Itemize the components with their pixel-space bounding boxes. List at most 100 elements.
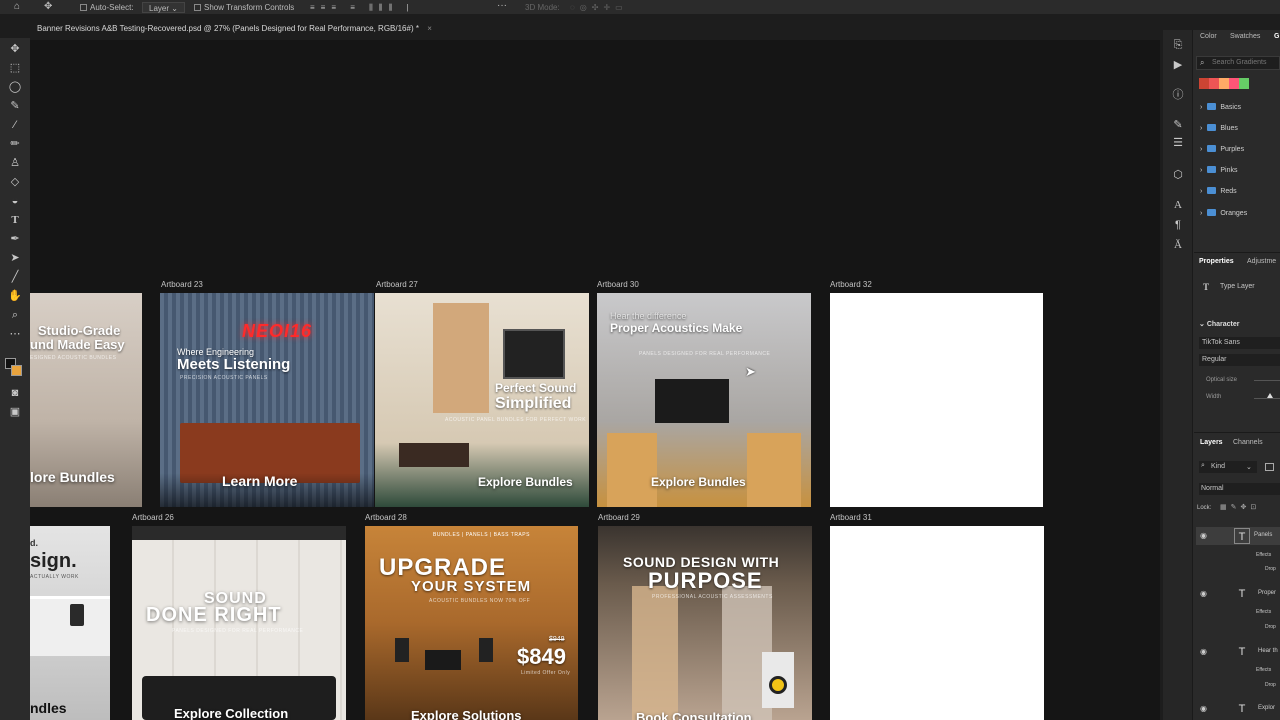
character-section[interactable]: ⌄ Character xyxy=(1199,320,1240,328)
quick-select-icon[interactable]: ✎ xyxy=(8,99,22,113)
artboard-32[interactable] xyxy=(830,293,1043,507)
tab-gradients[interactable]: G xyxy=(1274,33,1279,40)
artboard-label[interactable]: Artboard 31 xyxy=(830,513,872,522)
eye-icon[interactable]: ◉ xyxy=(1200,647,1207,656)
gradient-folder-oranges[interactable]: › Oranges xyxy=(1200,209,1247,217)
auto-select-checkbox[interactable]: Auto-Select: xyxy=(80,2,134,13)
more-options-button[interactable]: ··· xyxy=(497,0,507,11)
history-icon[interactable]: ⎘ xyxy=(1171,38,1185,52)
tab-color[interactable]: Color xyxy=(1200,33,1217,40)
width-slider-thumb[interactable] xyxy=(1267,393,1273,398)
artboard-27[interactable]: Perfect Sound Simplified ACOUSTIC PANEL … xyxy=(375,293,589,507)
artboard-29[interactable]: SOUND DESIGN WITH PURPOSE PROFESSIONAL A… xyxy=(598,526,812,720)
artboard-31[interactable] xyxy=(830,526,1044,720)
info-icon[interactable]: ⓘ xyxy=(1171,88,1185,102)
speaker-graphic xyxy=(70,604,84,626)
artboard-label[interactable]: Artboard 32 xyxy=(830,280,872,289)
brush-tool-icon[interactable]: ✏ xyxy=(8,137,22,151)
eye-icon[interactable]: ◉ xyxy=(1200,589,1207,598)
blend-mode-select[interactable]: Normal xyxy=(1199,483,1280,495)
tab-layers[interactable]: Layers xyxy=(1200,439,1223,446)
gradient-folder-basics[interactable]: › Basics xyxy=(1200,103,1241,111)
image-filter-icon[interactable] xyxy=(1265,463,1274,471)
layer-row[interactable]: ◉ T Hear th xyxy=(1196,643,1280,661)
lasso-tool-icon[interactable]: ◯ xyxy=(8,80,22,94)
zoom-tool-icon[interactable]: ⌕ xyxy=(8,308,22,322)
font-style-select[interactable]: Regular xyxy=(1199,354,1280,366)
layer-kind-filter[interactable]: ⌕ Kind ⌄ xyxy=(1199,461,1257,473)
artboard-28[interactable]: BUNDLES | PANELS | BASS TRAPS UPGRADE YO… xyxy=(365,526,578,720)
gradient-folder-pinks[interactable]: › Pinks xyxy=(1200,166,1237,174)
layer-select[interactable]: Layer ⌄ xyxy=(142,2,185,13)
tools-panel: ✥ ⬚ ◯ ✎ ⁄ ✏ ♙ ◇ ◒ T ✒ ➤ ╱ ✋ ⌕ ⋯ ◙ ▣ xyxy=(0,38,30,720)
sale-price: $849 xyxy=(517,644,566,669)
artboard-studio-grade[interactable]: Studio-Grade und Made Easy ESIGNED ACOUS… xyxy=(30,293,142,507)
3d-cube-icon[interactable]: ⬡ xyxy=(1171,168,1185,182)
old-price: $949 xyxy=(549,636,565,643)
background-color-swatch[interactable] xyxy=(11,365,22,376)
show-transform-checkbox[interactable]: Show Transform Controls xyxy=(194,2,294,13)
gradient-folder-blues[interactable]: › Blues xyxy=(1200,124,1238,132)
gradient-search-input[interactable]: ⌕ Search Gradients xyxy=(1196,56,1280,70)
tab-properties[interactable]: Properties xyxy=(1199,258,1234,265)
artboard-headline-2: DONE RIGHT xyxy=(146,604,282,626)
layer-row[interactable]: ◉ T Proper xyxy=(1196,585,1280,603)
stamp-tool-icon[interactable]: ♙ xyxy=(8,156,22,170)
type-tool-icon[interactable]: T xyxy=(8,213,22,227)
hand-tool-icon[interactable]: ✋ xyxy=(8,289,22,303)
canvas-area[interactable]: Artboard 23 Artboard 27 Artboard 30 Artb… xyxy=(30,40,1160,720)
pen-tool-icon[interactable]: ✒ xyxy=(8,232,22,246)
font-family-select[interactable]: TikTok Sans xyxy=(1199,337,1280,349)
quick-mask-icon[interactable]: ◙ xyxy=(8,386,22,400)
artboard-label[interactable]: Artboard 26 xyxy=(132,513,174,522)
line-tool-icon[interactable]: ╱ xyxy=(8,270,22,284)
screen-mode-icon[interactable]: ▣ xyxy=(8,405,22,419)
adjustments-icon[interactable]: ☰ xyxy=(1171,136,1185,150)
artboard-sign-cropped[interactable]: d. sign. ACTUALLY WORK ndles xyxy=(30,526,110,720)
gradient-folder-purples[interactable]: › Purples xyxy=(1200,145,1244,153)
document-tab[interactable]: Banner Revisions A&B Testing-Recovered.p… xyxy=(30,20,439,38)
path-select-icon[interactable]: ➤ xyxy=(8,251,22,265)
recent-gradient-swatches[interactable] xyxy=(1199,78,1249,89)
play-actions-icon[interactable]: ▶ xyxy=(1171,58,1185,72)
more-tools-icon[interactable]: ⋯ xyxy=(8,327,22,341)
character-icon[interactable]: A xyxy=(1171,198,1185,212)
width-slider[interactable] xyxy=(1254,398,1280,399)
layer-row[interactable]: ◉ T Panels xyxy=(1196,527,1280,545)
3d-tools-icons[interactable]: ◌◎✣✛▭ xyxy=(570,2,628,13)
artboard-26[interactable]: SOUND DONE RIGHT PANELS DESIGNED FOR REA… xyxy=(132,526,346,720)
artboard-23[interactable]: NEOI16 Where Engineering Meets Listening… xyxy=(160,293,374,507)
tab-swatches[interactable]: Swatches xyxy=(1230,33,1260,40)
folder-label: Pinks xyxy=(1220,167,1238,174)
artboard-label[interactable]: Artboard 29 xyxy=(598,513,640,522)
home-icon[interactable]: ⌂ xyxy=(14,1,20,12)
close-tab-icon[interactable]: × xyxy=(427,24,432,33)
ceiling-graphic xyxy=(132,526,346,540)
artboard-label[interactable]: Artboard 27 xyxy=(376,280,418,289)
move-tool-icon[interactable]: ✥ xyxy=(44,1,52,12)
eraser-tool-icon[interactable]: ◇ xyxy=(8,175,22,189)
artboard-label[interactable]: Artboard 23 xyxy=(161,280,203,289)
eyedropper-icon[interactable]: ⁄ xyxy=(8,118,22,132)
eye-icon[interactable]: ◉ xyxy=(1200,531,1207,540)
marquee-tool-icon[interactable]: ⬚ xyxy=(8,61,22,75)
artboard-label[interactable]: Artboard 28 xyxy=(365,513,407,522)
dodge-tool-icon[interactable]: ◒ xyxy=(8,194,22,208)
layer-row[interactable]: ◉ T Explor xyxy=(1196,700,1280,718)
gradient-folder-reds[interactable]: › Reds xyxy=(1200,187,1237,195)
align-icons[interactable]: ≡≡≡ ≡ ⫼⫼⫼ | xyxy=(310,2,414,13)
tab-channels[interactable]: Channels xyxy=(1233,439,1263,446)
acoustic-panel-graphic xyxy=(433,303,489,413)
layer-effects-label: Effects xyxy=(1256,552,1272,558)
tab-adjustments[interactable]: Adjustme xyxy=(1247,258,1276,265)
eye-icon[interactable]: ◉ xyxy=(1200,704,1207,713)
glyphs-icon[interactable]: Ᾰ xyxy=(1171,238,1185,252)
lock-icons[interactable]: ▦✎✥⊡ xyxy=(1220,503,1260,511)
artboard-30[interactable]: Hear the difference Proper Acoustics Mak… xyxy=(597,293,811,507)
artboard-subtitle: PANELS DESIGNED FOR REAL PERFORMANCE xyxy=(172,628,304,634)
paragraph-icon[interactable]: ¶ xyxy=(1171,218,1185,232)
move-tool-icon[interactable]: ✥ xyxy=(8,42,22,56)
brush-settings-icon[interactable]: ✎ xyxy=(1171,118,1185,132)
optical-size-slider[interactable] xyxy=(1254,380,1280,381)
artboard-label[interactable]: Artboard 30 xyxy=(597,280,639,289)
